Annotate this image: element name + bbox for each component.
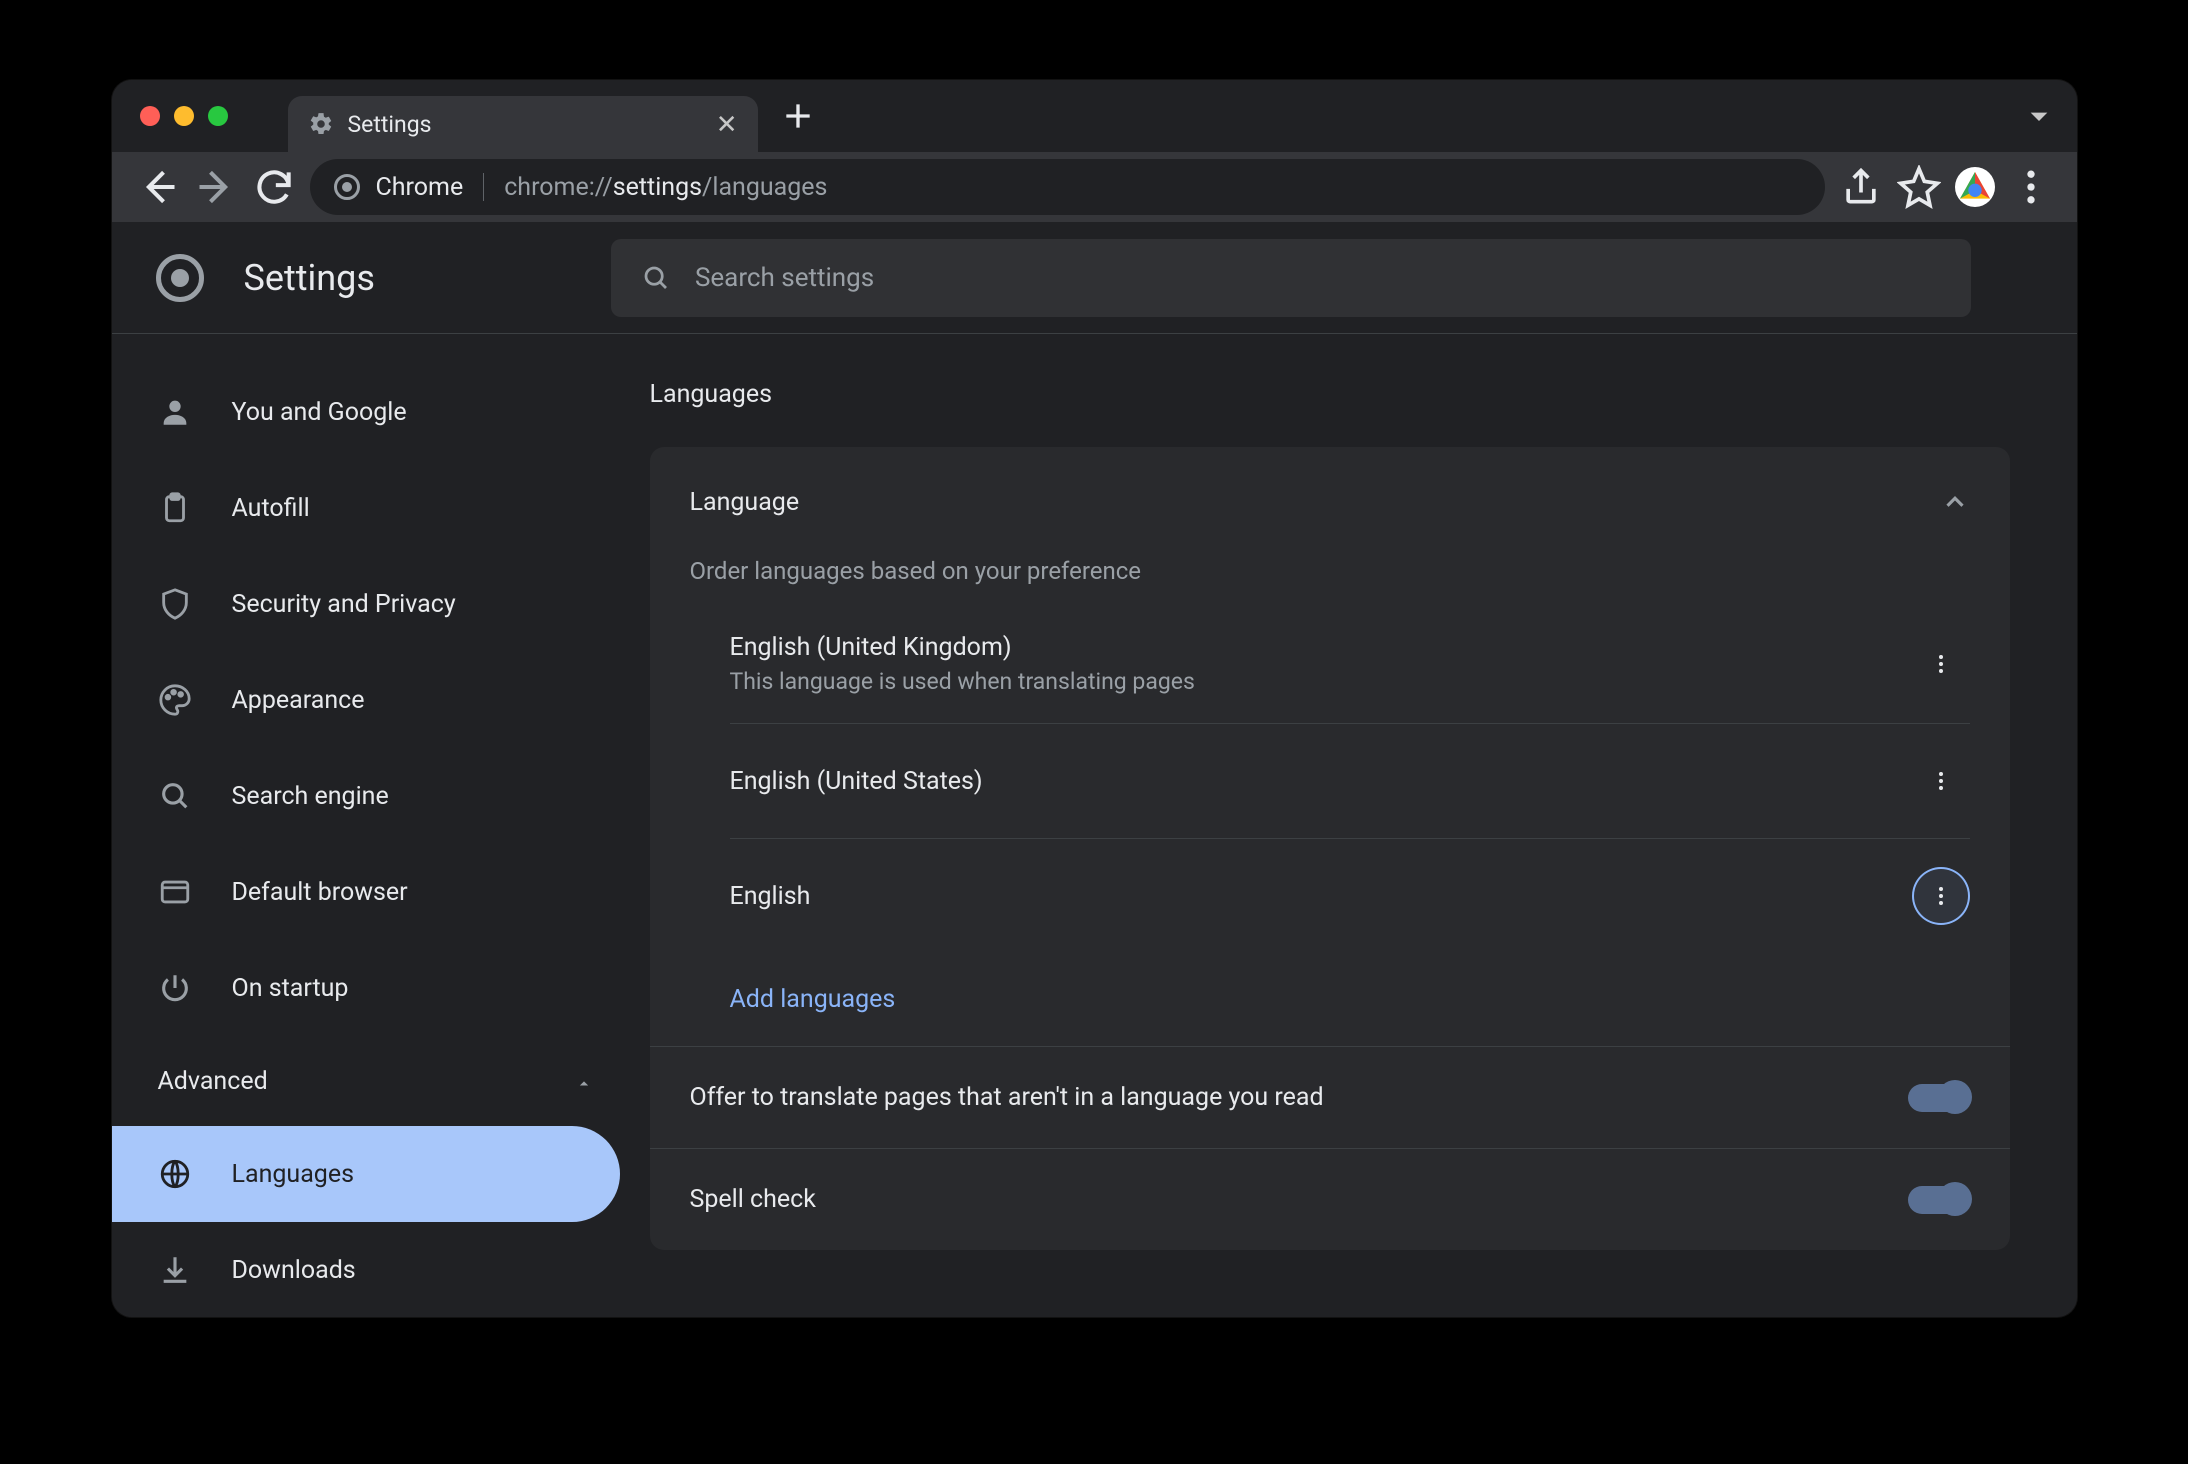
forward-button[interactable] — [194, 165, 238, 209]
caret-up-icon — [574, 1071, 594, 1091]
language-name: English — [730, 882, 811, 911]
new-tab-button[interactable] — [778, 96, 818, 136]
language-list: English (United Kingdom) This language i… — [650, 605, 2010, 953]
sidebar-item-you-and-google[interactable]: You and Google — [112, 364, 620, 460]
shield-icon — [158, 587, 192, 621]
section-title: Languages — [650, 380, 2010, 409]
spellcheck-toggle-row: Spell check — [650, 1148, 2010, 1250]
language-row: English — [730, 839, 1970, 953]
language-card-header[interactable]: Language — [650, 447, 2010, 557]
sidebar-item-label: Autofill — [232, 494, 310, 523]
address-bar[interactable]: Chrome chrome://settings/languages — [310, 159, 1825, 215]
sidebar-item-appearance[interactable]: Appearance — [112, 652, 620, 748]
sidebar-item-label: On startup — [232, 974, 349, 1003]
sidebar-item-default-browser[interactable]: Default browser — [112, 844, 620, 940]
spellcheck-label: Spell check — [690, 1185, 816, 1214]
browser-toolbar: Chrome chrome://settings/languages — [112, 152, 2077, 222]
settings-page: Settings Search settings You and Google … — [112, 222, 2077, 1317]
browser-window: Settings ✕ Chrome chrome://settings/la — [112, 80, 2077, 1317]
language-more-button[interactable] — [1912, 867, 1970, 925]
download-icon — [158, 1253, 192, 1287]
translate-toggle[interactable] — [1908, 1084, 1970, 1112]
close-tab-button[interactable]: ✕ — [710, 103, 744, 146]
sidebar-item-languages[interactable]: Languages — [112, 1126, 620, 1222]
maximize-window-button[interactable] — [208, 106, 228, 126]
sidebar-item-autofill[interactable]: Autofill — [112, 460, 620, 556]
chrome-menu-button[interactable] — [2009, 165, 2053, 209]
person-icon — [158, 395, 192, 429]
spellcheck-toggle[interactable] — [1908, 1186, 1970, 1214]
language-row: English (United States) — [730, 724, 1970, 839]
sidebar-item-label: You and Google — [232, 398, 407, 427]
sidebar-item-search-engine[interactable]: Search engine — [112, 748, 620, 844]
back-button[interactable] — [136, 165, 180, 209]
search-settings-input[interactable]: Search settings — [611, 239, 1971, 317]
translate-label: Offer to translate pages that aren't in … — [690, 1083, 1324, 1112]
search-placeholder: Search settings — [695, 263, 874, 293]
power-icon — [158, 971, 192, 1005]
sidebar-item-downloads[interactable]: Downloads — [112, 1222, 620, 1317]
language-more-button[interactable] — [1912, 752, 1970, 810]
settings-sidebar: You and Google Autofill Security and Pri… — [112, 334, 650, 1317]
sidebar-item-security[interactable]: Security and Privacy — [112, 556, 620, 652]
gear-icon — [308, 111, 334, 137]
page-title: Settings — [244, 257, 375, 299]
settings-content: Languages Language Order languages based… — [650, 334, 2077, 1317]
language-desc: This language is used when translating p… — [730, 668, 1195, 695]
language-more-button[interactable] — [1912, 635, 1970, 693]
palette-icon — [158, 683, 192, 717]
clipboard-icon — [158, 491, 192, 525]
bookmark-button[interactable] — [1897, 165, 1941, 209]
language-name: English (United States) — [730, 767, 983, 796]
language-card: Language Order languages based on your p… — [650, 447, 2010, 1250]
tabs-dropdown-button[interactable] — [2019, 96, 2059, 136]
close-window-button[interactable] — [140, 106, 160, 126]
sidebar-item-label: Appearance — [232, 686, 365, 715]
globe-icon — [158, 1157, 192, 1191]
add-languages-button[interactable]: Add languages — [650, 953, 2010, 1046]
order-hint-label: Order languages based on your preference — [650, 557, 2010, 605]
url-display: chrome://settings/languages — [504, 173, 827, 202]
search-icon — [641, 263, 671, 293]
tab-strip: Settings ✕ — [112, 80, 2077, 152]
sidebar-item-label: Default browser — [232, 878, 408, 907]
browser-tab[interactable]: Settings ✕ — [288, 96, 758, 152]
chrome-logo-icon — [156, 254, 204, 302]
browser-icon — [158, 875, 192, 909]
sidebar-item-label: Languages — [232, 1160, 355, 1189]
minimize-window-button[interactable] — [174, 106, 194, 126]
sidebar-item-label: Downloads — [232, 1256, 356, 1285]
sidebar-item-on-startup[interactable]: On startup — [112, 940, 620, 1036]
reload-button[interactable] — [252, 165, 296, 209]
chevron-up-icon — [1940, 487, 1970, 517]
language-header-label: Language — [690, 488, 800, 517]
omnibox-divider — [483, 173, 484, 201]
search-icon — [158, 779, 192, 813]
origin-label: Chrome — [376, 173, 464, 202]
page-body: You and Google Autofill Security and Pri… — [112, 334, 2077, 1317]
share-button[interactable] — [1839, 165, 1883, 209]
page-header: Settings Search settings — [112, 222, 2077, 334]
traffic-lights — [140, 106, 228, 126]
sidebar-item-label: Security and Privacy — [232, 590, 456, 619]
sidebar-item-label: Search engine — [232, 782, 389, 811]
language-row: English (United Kingdom) This language i… — [730, 605, 1970, 724]
tab-title: Settings — [348, 111, 432, 138]
sidebar-advanced-toggle[interactable]: Advanced — [112, 1036, 650, 1126]
profile-avatar[interactable] — [1955, 167, 1995, 207]
advanced-label: Advanced — [158, 1067, 268, 1096]
translate-toggle-row: Offer to translate pages that aren't in … — [650, 1046, 2010, 1148]
language-name: English (United Kingdom) — [730, 633, 1195, 662]
site-icon — [334, 174, 360, 200]
